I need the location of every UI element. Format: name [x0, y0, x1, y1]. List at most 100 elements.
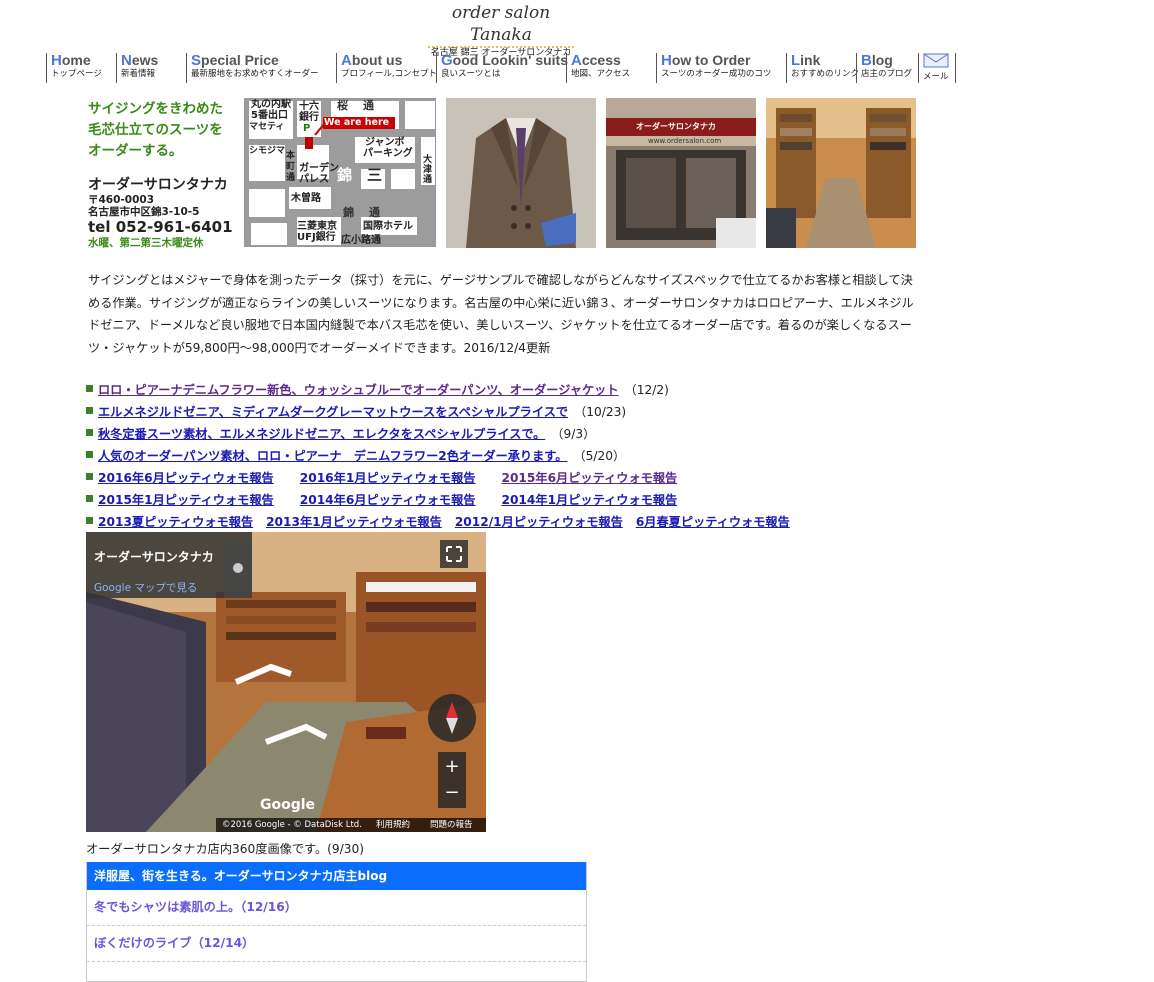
nav-item-subtitle: トップページ [51, 69, 102, 79]
map-label-sakura: 桜 [337, 99, 348, 112]
map-label-nishiki-dori2: 通 [369, 206, 380, 219]
news-link[interactable]: 2013夏ピッティウォモ報告 [98, 513, 253, 531]
terms-link[interactable]: 利用規約 [376, 819, 410, 831]
nav-item-subtitle: おすすめのリンク [791, 69, 860, 79]
nav-item[interactable]: Blog 店主のブログ [856, 53, 918, 83]
zoom-in-button[interactable]: + [438, 754, 466, 780]
nav-item-title-rest: ews [131, 52, 159, 68]
news-link[interactable]: 2016年1月ピッティウォモ報告 [300, 469, 476, 487]
news-link[interactable]: 2015年1月ピッティウォモ報告 [98, 491, 274, 509]
nav-item[interactable]: メール [918, 53, 956, 83]
map-label-juroku: 十六 [299, 101, 319, 112]
phone-number: tel 052-961-6401 [88, 218, 233, 236]
map-label-ootsu: 大 [423, 155, 433, 165]
map-label-macetti: マセティ [249, 122, 285, 132]
interior-photo[interactable] [766, 98, 916, 248]
nav-item-initial: B [861, 52, 872, 69]
nav-item-title: Access [571, 52, 656, 69]
map-label-dori2: 通 [286, 173, 296, 183]
tagline-line: 毛芯仕立てのスーツを [88, 122, 223, 138]
bullet-icon [86, 407, 96, 417]
nav-item-title: Home [51, 52, 116, 69]
nav-item-subtitle: 地図、アクセス [571, 69, 631, 79]
news-link[interactable]: 2014年6月ピッティウォモ報告 [300, 491, 476, 509]
access-map[interactable]: 丸の内駅 5番出口 マセティ 十六 銀行 桜 通 P We are here シ… [244, 98, 436, 247]
news-link[interactable]: 2016年6月ピッティウォモ報告 [98, 469, 274, 487]
news-row: 人気のオーダーパンツ素材、ロロ・ピアーナ デニムフラワー2色オーダー承ります。 （… [86, 445, 846, 467]
nav-item[interactable]: Home トップページ [46, 53, 116, 83]
news-link[interactable]: 6月春夏ピッティウォモ報告 [636, 513, 790, 531]
news-link[interactable]: 2015年6月ピッティウォモ報告 [501, 469, 677, 487]
suit-graphic [446, 98, 596, 248]
nav-item[interactable]: About us プロフィール,コンセプト [336, 52, 437, 83]
bullet-icon [86, 473, 96, 483]
pin-icon[interactable] [230, 556, 246, 580]
map-label-parking-p: P [303, 123, 311, 134]
map-label-dori: 通 [363, 99, 374, 112]
map-label-garden: ガーデン [299, 163, 339, 174]
news-row: 秋冬定番スーツ素材、エルメネジルドゼニア、エレクタをスペシャルプライスで。 （9/… [86, 423, 846, 445]
nav-item-initial: L [791, 52, 801, 69]
nav-item-initial: G [441, 52, 453, 69]
storefront-photo[interactable]: オーダーサロンタナカ www.ordersalon.com [606, 98, 756, 248]
nav-item[interactable]: Link おすすめのリンク [786, 52, 860, 83]
mail-icon [923, 53, 955, 71]
map-label-parking: パーキング [363, 148, 413, 159]
nav-item-initial: N [121, 52, 132, 69]
nav-item-subtitle: 良いスーツとは [441, 69, 501, 79]
nav-item-initial: H [661, 52, 672, 69]
news-date: （5/20） [573, 449, 626, 463]
map-label-mitsubishi: 三菱東京 [297, 221, 337, 232]
map-label-ufj: UFJ銀行 [297, 232, 336, 243]
site-logo[interactable]: order salon Tanaka 名古屋 錦三 オーダーサロンタナカ [428, 2, 574, 58]
nav-item-initial: A [341, 52, 352, 69]
news-date: （9/3） [551, 427, 596, 441]
map-label-palace: パレス [299, 174, 329, 185]
url-sign: www.ordersalon.com [648, 137, 722, 145]
nav-item-title-rest: ood Lookin' suits [452, 52, 568, 68]
news-link[interactable]: 人気のオーダーパンツ素材、ロロ・ピアーナ デニムフラワー2色オーダー承ります。 [98, 447, 567, 465]
nav-item[interactable]: Good Lookin' suits 良いスーツとは [436, 52, 568, 83]
nav-item[interactable]: How to Order スーツのオーダー成功のコツ [656, 53, 786, 83]
tagline-line: オーダーする。 [88, 143, 183, 159]
map-label-ginko: 銀行 [299, 112, 319, 123]
fullscreen-icon[interactable] [440, 540, 468, 568]
street-view-caption: オーダーサロンタナカ店内360度画像です。(9/30) [86, 842, 365, 856]
news-link[interactable]: ロロ・ピアーナデニムフラワー新色、ウォッシュブルーでオーダーパンツ、オーダージャ… [98, 381, 619, 399]
nav-item-subtitle: 最新服地をお求めやすくオーダー [191, 69, 319, 79]
nav-item-title: Link [791, 52, 856, 69]
compass-icon[interactable] [428, 694, 476, 742]
nav-item-initial: H [51, 52, 62, 69]
street-view-embed[interactable]: オーダーサロンタナカ Google マップで見る + − Google ©201… [86, 532, 486, 832]
map-label-nishiki: 錦 [337, 166, 353, 184]
street-view-panorama[interactable] [86, 532, 486, 832]
blog-item[interactable]: ぼくだけのライブ（12/14） [87, 926, 586, 962]
news-link[interactable]: 2012/1月ピッティウォモ報告 [455, 513, 623, 531]
news-date: （12/2) [624, 383, 669, 397]
nav-item[interactable]: Special Price 最新服地をお求めやすくオーダー [186, 53, 336, 83]
view-in-google-maps-link[interactable]: Google マップで見る [94, 581, 197, 595]
suit-photo[interactable] [446, 98, 596, 248]
news-link[interactable]: 2014年1月ピッティウォモ報告 [501, 491, 677, 509]
blog-item[interactable]: 冬でもシャツは素肌の上。（12/16） [87, 890, 586, 926]
nav-item-subtitle: 新着情報 [121, 69, 156, 79]
nav-item[interactable]: Access 地図、アクセス [566, 53, 656, 83]
map-label-kokusai: 国際ホテル [363, 221, 413, 232]
nav-item-title-rest: ccess [581, 52, 621, 68]
blog-header[interactable]: 洋服屋、街を生きる。オーダーサロンタナカ店主blog [87, 862, 586, 890]
nav-item-initial: A [571, 52, 582, 69]
nav-item-title-rest: ink [800, 52, 821, 68]
news-link[interactable]: 2013年1月ピッティウォモ報告 [266, 513, 442, 531]
map-label-san: 三 [367, 166, 383, 184]
nav-item[interactable]: News 新着情報 [116, 53, 186, 83]
nav-item-title-rest: log [871, 52, 893, 68]
map-label-hirokoji: 広小路通 [341, 235, 381, 246]
report-problem-link[interactable]: 問題の報告 [430, 819, 473, 831]
news-link[interactable]: エルメネジルドゼニア、ミディアムダークグレーマットウースをスペシャルプライスで [98, 403, 568, 421]
nav-item-title-rest: ow to Order [671, 52, 751, 68]
nav-item-subtitle: メール [923, 72, 949, 82]
map-label-jumbo: ジャンボ [365, 137, 405, 148]
zoom-out-button[interactable]: − [438, 780, 466, 806]
news-link[interactable]: 秋冬定番スーツ素材、エルメネジルドゼニア、エレクタをスペシャルプライスで。 [98, 425, 545, 443]
map-label-nishiki-dori: 錦 [343, 206, 354, 219]
